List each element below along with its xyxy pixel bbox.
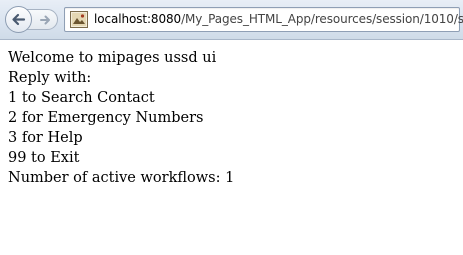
active-workflows-status: Number of active workflows: 1 — [8, 170, 235, 186]
url-path: /My_Pages_HTML_App/resources/session/101… — [181, 12, 463, 26]
menu-option-help: 3 for Help — [8, 130, 83, 146]
navigation-buttons — [5, 6, 58, 33]
menu-option-emergency-numbers: 2 for Emergency Numbers — [8, 110, 204, 126]
address-bar-url[interactable]: localhost:8080/My_Pages_HTML_App/resourc… — [94, 12, 463, 27]
reply-prompt: Reply with: — [8, 70, 92, 86]
welcome-text: Welcome to mipages ussd ui — [8, 50, 217, 66]
browser-toolbar: localhost:8080/My_Pages_HTML_App/resourc… — [0, 0, 463, 40]
url-host: localhost:8080 — [94, 12, 182, 26]
address-bar[interactable]: localhost:8080/My_Pages_HTML_App/resourc… — [64, 7, 463, 32]
back-arrow-icon — [12, 13, 26, 26]
page-content: Welcome to mipages ussd ui Reply with: 1… — [8, 48, 234, 188]
menu-option-exit: 99 to Exit — [8, 150, 80, 166]
back-button[interactable] — [5, 6, 32, 33]
page-favicon-icon — [70, 11, 88, 28]
forward-arrow-icon — [40, 15, 50, 25]
menu-option-search-contact: 1 to Search Contact — [8, 90, 155, 106]
